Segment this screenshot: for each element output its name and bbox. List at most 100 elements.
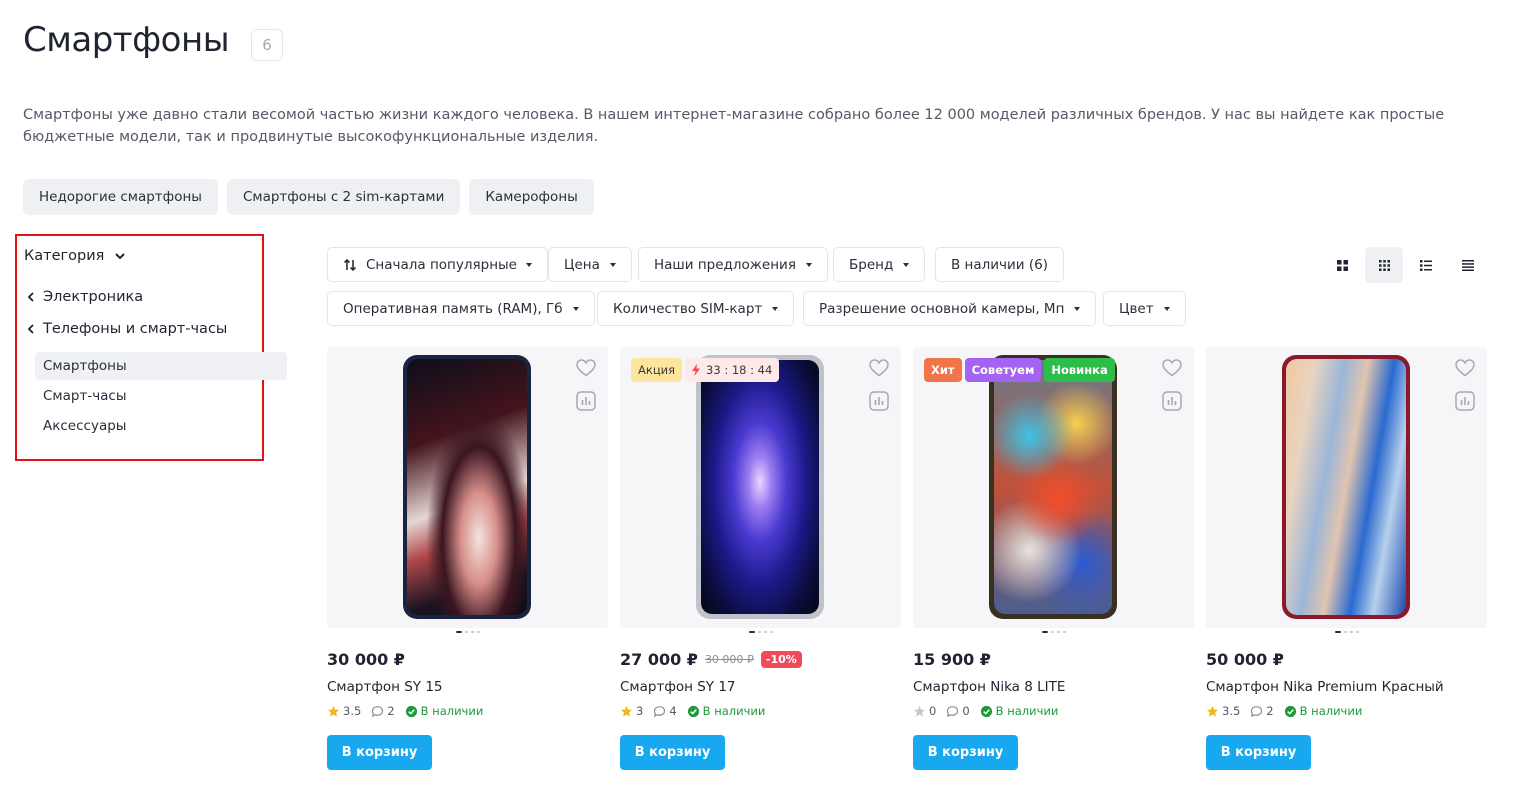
category-header-label: Категория: [24, 248, 105, 264]
offers-filter[interactable]: Наши предложения: [638, 247, 828, 282]
discount-badge: -10%: [760, 650, 802, 668]
tag-camera-phones[interactable]: Камерофоны: [469, 179, 594, 215]
view-grid-small-button[interactable]: [1365, 247, 1403, 283]
category-parent-label: Телефоны и смарт-часы: [43, 321, 228, 337]
category-description: Смартфоны уже давно стали весомой частью…: [23, 107, 1445, 145]
category-parent-electronics[interactable]: Электроника: [27, 289, 143, 305]
category-item-smartphones[interactable]: Смартфоны: [35, 352, 287, 380]
heart-icon[interactable]: [576, 359, 596, 377]
product-card[interactable]: 30 000 ₽ Смартфон SY 15 3.5 2 В наличии …: [327, 347, 608, 770]
view-grid-large-button[interactable]: [1323, 247, 1361, 283]
price-filter[interactable]: Цена: [548, 247, 632, 282]
product-image-area[interactable]: [327, 347, 608, 628]
sort-dropdown[interactable]: Сначала популярные: [327, 247, 548, 282]
tag-dual-sim[interactable]: Смартфоны с 2 sim-картами: [226, 179, 461, 215]
ram-filter[interactable]: Оперативная память (RAM), Гб: [327, 291, 595, 326]
caret-down-icon: [572, 306, 579, 311]
check-circle-icon: [405, 705, 417, 717]
view-list-button[interactable]: [1407, 247, 1445, 283]
heart-icon[interactable]: [869, 359, 889, 377]
star-icon: [327, 705, 340, 717]
product-card[interactable]: Акция 33 : 18 : 44 27 000 ₽ 30 000 ₽ -10…: [620, 347, 901, 770]
compare-icon[interactable]: [1162, 391, 1182, 411]
view-table-button[interactable]: [1449, 247, 1487, 283]
in-stock-filter[interactable]: В наличии (6): [935, 247, 1064, 282]
color-filter[interactable]: Цвет: [1103, 291, 1186, 326]
stock-status: В наличии: [995, 704, 1059, 718]
star-icon: [1206, 705, 1219, 717]
compare-icon[interactable]: [1455, 391, 1475, 411]
phone-image-1: [403, 355, 531, 619]
star-icon: [913, 705, 926, 717]
check-circle-icon: [980, 705, 992, 717]
chevron-down-icon: [115, 253, 126, 260]
image-pagination: [620, 631, 901, 639]
product-card[interactable]: Хит Советуем Новинка 15 900 ₽ Смартфон N…: [913, 347, 1194, 770]
category-item-smartwatches[interactable]: Смарт-часы: [35, 382, 287, 410]
product-comments: 0: [962, 704, 970, 718]
category-parent-label: Электроника: [43, 289, 144, 305]
product-image-area[interactable]: Хит Советуем Новинка: [913, 347, 1194, 628]
sim-filter-label: Количество SIM-карт: [613, 300, 763, 317]
phone-image-4: [1282, 355, 1410, 619]
category-header[interactable]: Категория: [24, 248, 126, 264]
category-sidebar: Категория Электроника Телефоны и смарт-ч…: [15, 234, 287, 461]
countdown-badge: 33 : 18 : 44: [685, 358, 780, 382]
caret-down-icon: [903, 262, 910, 267]
compare-icon[interactable]: [869, 391, 889, 411]
image-pagination: [1206, 631, 1487, 639]
color-filter-label: Цвет: [1119, 300, 1154, 317]
comment-icon: [947, 705, 959, 717]
add-to-cart-button[interactable]: В корзину: [620, 735, 725, 770]
check-circle-icon: [1284, 705, 1296, 717]
product-price: 50 000 ₽: [1206, 649, 1284, 669]
caret-down-icon: [1163, 306, 1170, 311]
product-rating: 3.5: [343, 704, 362, 718]
compare-icon[interactable]: [576, 391, 596, 411]
caret-down-icon: [805, 262, 812, 267]
stock-status: В наличии: [420, 704, 484, 718]
offers-filter-label: Наши предложения: [654, 256, 796, 273]
price-filter-label: Цена: [564, 256, 600, 273]
camera-filter[interactable]: Разрешение основной камеры, Мп: [803, 291, 1097, 326]
in-stock-filter-label: В наличии (6): [951, 256, 1048, 273]
product-comments: 2: [387, 704, 395, 718]
product-card[interactable]: 50 000 ₽ Смартфон Nika Premium Красный 3…: [1206, 347, 1487, 770]
tag-cheap-smartphones[interactable]: Недорогие смартфоны: [23, 179, 218, 215]
star-icon: [620, 705, 633, 717]
caret-down-icon: [609, 262, 616, 267]
quick-tags: Недорогие смартфоны Смартфоны с 2 sim-ка…: [23, 179, 594, 215]
heart-icon[interactable]: [1455, 359, 1475, 377]
lightning-icon: [692, 364, 701, 376]
product-badges: Хит Советуем Новинка: [924, 358, 1115, 382]
brand-filter-label: Бренд: [849, 256, 894, 273]
ram-filter-label: Оперативная память (RAM), Гб: [343, 300, 563, 317]
product-price: 30 000 ₽: [327, 649, 405, 669]
product-comments: 4: [669, 704, 677, 718]
brand-filter[interactable]: Бренд: [833, 247, 926, 282]
check-circle-icon: [687, 705, 699, 717]
heart-icon[interactable]: [1162, 359, 1182, 377]
countdown-timer: 33 : 18 : 44: [706, 363, 773, 377]
category-item-accessories[interactable]: Аксессуары: [35, 412, 287, 440]
sale-badge: Акция: [631, 358, 683, 382]
product-image-area[interactable]: [1206, 347, 1487, 628]
product-name[interactable]: Смартфон Nika 8 LITE: [913, 679, 1194, 697]
sim-filter[interactable]: Количество SIM-карт: [597, 291, 795, 326]
add-to-cart-button[interactable]: В корзину: [913, 735, 1018, 770]
comment-icon: [372, 705, 384, 717]
add-to-cart-button[interactable]: В корзину: [327, 735, 432, 770]
product-image-area[interactable]: Акция 33 : 18 : 44: [620, 347, 901, 628]
caret-down-icon: [525, 262, 532, 267]
add-to-cart-button[interactable]: В корзину: [1206, 735, 1311, 770]
product-name[interactable]: Смартфон SY 17: [620, 679, 901, 697]
category-parent-phones-watches[interactable]: Телефоны и смарт-часы: [27, 321, 227, 337]
product-rating: 0: [929, 704, 937, 718]
product-price: 15 900 ₽: [913, 649, 991, 669]
camera-filter-label: Разрешение основной камеры, Мп: [819, 300, 1065, 317]
product-old-price: 30 000 ₽: [704, 652, 754, 666]
product-name[interactable]: Смартфон SY 15: [327, 679, 608, 697]
sort-icon: [343, 258, 357, 271]
product-name[interactable]: Смартфон Nika Premium Красный: [1206, 679, 1487, 697]
product-count-badge: 6: [251, 29, 283, 61]
